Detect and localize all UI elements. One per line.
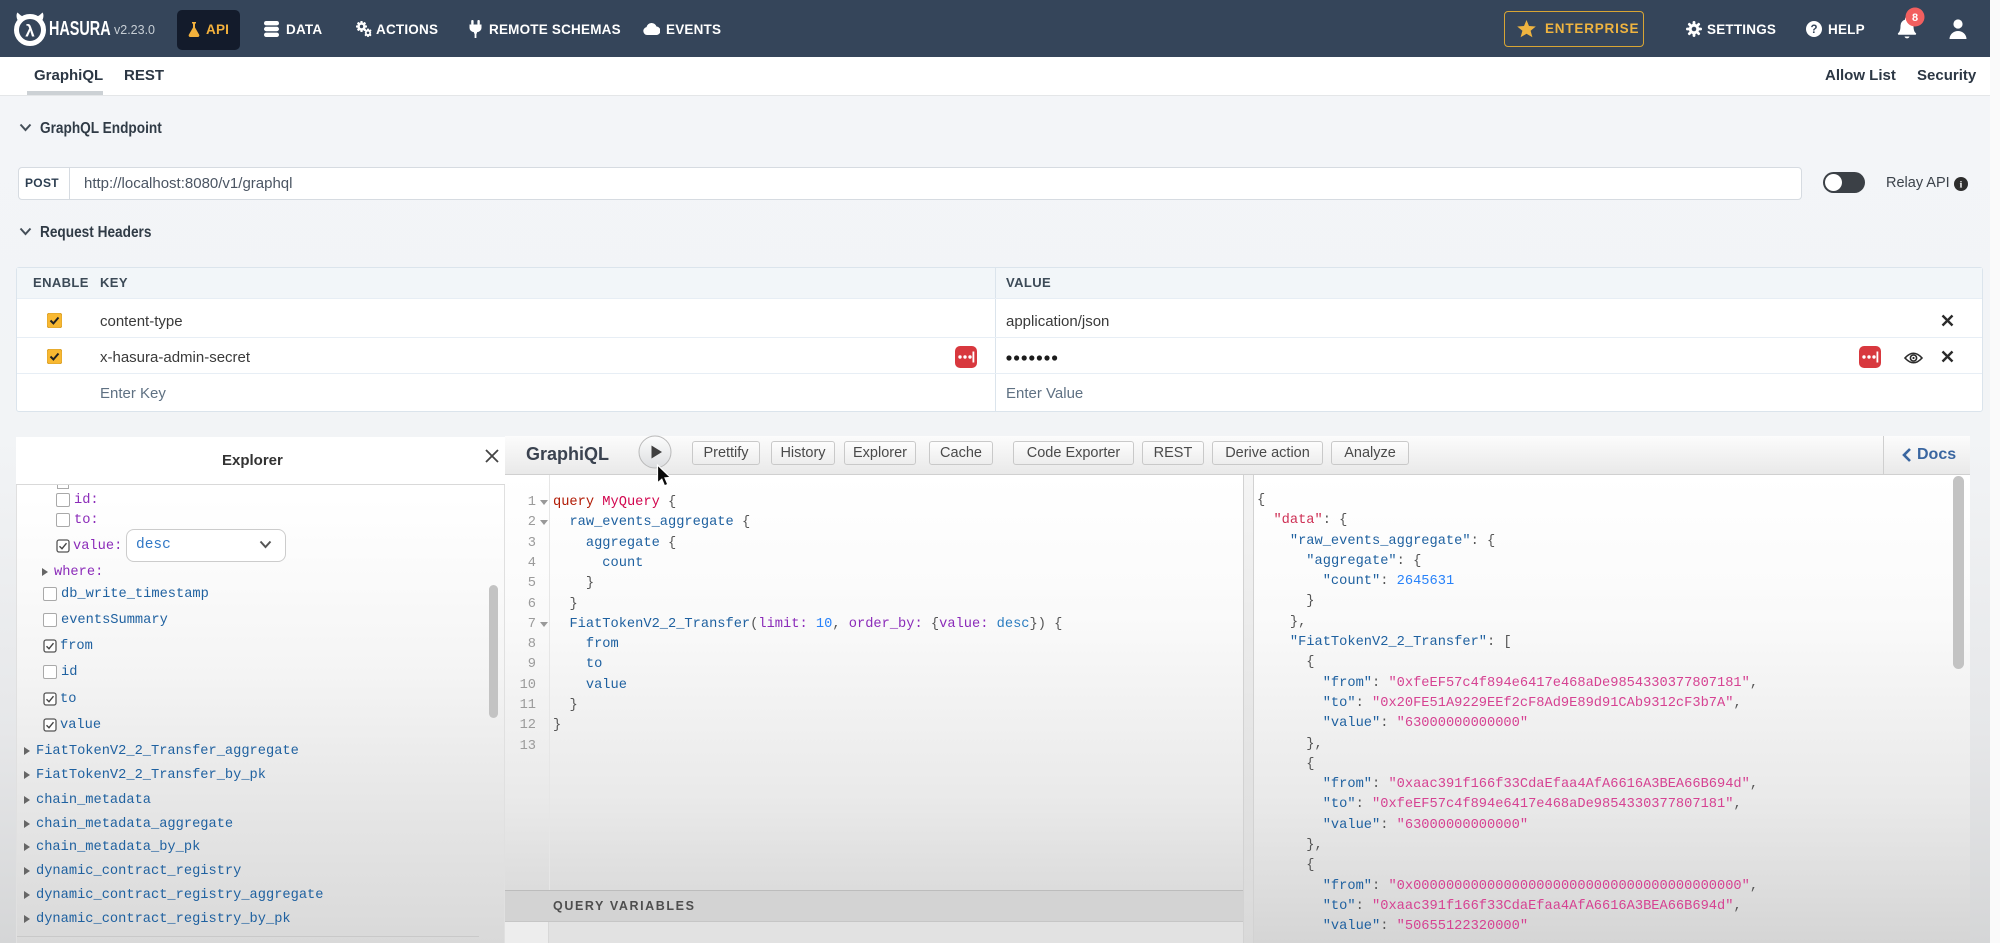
svg-text:λ: λ	[25, 22, 35, 41]
svg-text:i: i	[1960, 181, 1963, 191]
svg-text:?: ?	[1810, 24, 1817, 36]
svg-text:8: 8	[1912, 12, 1918, 24]
